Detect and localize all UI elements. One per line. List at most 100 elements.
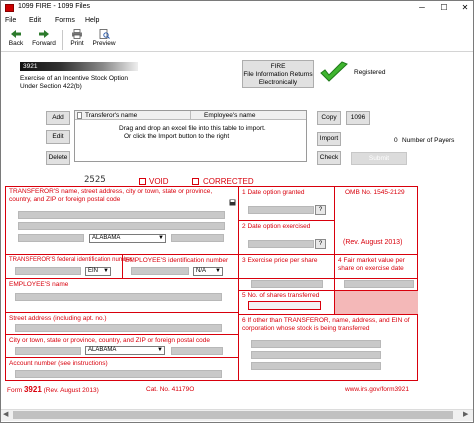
chevron-down-icon: ▼ xyxy=(103,268,109,274)
account-field[interactable] xyxy=(15,370,222,378)
copy-button[interactable]: Copy xyxy=(317,111,341,125)
street-label: Street address (including apt. no.) xyxy=(9,315,107,322)
app-icon xyxy=(5,4,14,12)
exercise-price-field[interactable] xyxy=(251,280,323,288)
transferor-state-select[interactable]: ALABAMA ▼ xyxy=(89,234,166,243)
submit-electronically-button[interactable]: Submit Electronically xyxy=(351,152,407,173)
date-granted-help-button[interactable]: ? xyxy=(315,205,326,215)
grid-hline-1 xyxy=(5,254,418,255)
table-hint-line2: Or click the Import button to the right xyxy=(124,133,230,140)
void-label: VOID xyxy=(149,177,169,186)
fire-line1: FIRE xyxy=(270,63,286,70)
save-icon[interactable] xyxy=(229,199,236,206)
fed-id-field[interactable] xyxy=(15,267,81,275)
scroll-left-icon[interactable]: ◀ xyxy=(3,410,8,418)
date-exercised-field[interactable] xyxy=(248,240,314,248)
footer-form: Form 3921 (Rev. August 2013) xyxy=(7,385,99,394)
form-title-line2: Under Section 422(b) xyxy=(20,83,82,90)
box1-label: 1 Date option granted xyxy=(242,189,305,197)
corporation-address-field[interactable] xyxy=(251,351,381,359)
add-button[interactable]: Add xyxy=(46,111,70,125)
footer-form-number: 3921 xyxy=(23,385,42,394)
1096-button[interactable]: 1096 xyxy=(346,111,370,125)
minimize-button[interactable]: ─ xyxy=(415,2,429,13)
scroll-right-icon[interactable]: ▶ xyxy=(463,410,468,418)
forward-label: Forward xyxy=(32,40,56,47)
back-button[interactable]: Back xyxy=(5,28,27,52)
menu-help[interactable]: Help xyxy=(85,17,99,24)
account-label: Account number (see instructions) xyxy=(9,360,108,367)
corporation-ein-field[interactable] xyxy=(251,362,381,370)
footer-cat-number: Cat. No. 41179O xyxy=(146,386,195,393)
menu-file[interactable]: File xyxy=(5,17,16,24)
box6-text: If other than TRANSFEROR, name, address,… xyxy=(242,317,410,332)
check-button[interactable]: Check xyxy=(317,151,341,165)
box4-label: 4 Fair market value per share on exercis… xyxy=(338,257,418,272)
date-granted-field[interactable] xyxy=(248,206,314,214)
void-checkbox[interactable] xyxy=(139,178,146,185)
delete-button[interactable]: Delete xyxy=(46,151,70,165)
city-state-select[interactable]: ALABAMA ▼ xyxy=(85,346,165,355)
preview-label: Preview xyxy=(92,40,116,47)
footer-url: www.irs.gov/form3921 xyxy=(345,386,409,393)
maximize-button[interactable]: ☐ xyxy=(437,2,451,13)
grid-hline-box5-bottom xyxy=(239,314,418,315)
grid-hline-3 xyxy=(5,312,238,313)
transferor-name-field[interactable] xyxy=(18,211,225,219)
col-divider xyxy=(190,111,191,120)
box5-label: 5 No. of shares transferred xyxy=(242,292,319,300)
table-hint-line1: Drag and drop an excel file into this ta… xyxy=(119,125,266,132)
fire-button[interactable]: FIRE File Information Returns Electronic… xyxy=(242,60,314,88)
preview-button[interactable]: Preview xyxy=(91,28,117,52)
fire-line2: File Information Returns xyxy=(243,71,313,78)
col-employee-name[interactable]: Employee's name xyxy=(204,112,255,120)
printer-icon xyxy=(72,29,82,39)
box6-num: 6 xyxy=(242,317,246,324)
city-state-value: ALABAMA xyxy=(88,347,117,353)
emp-id-type-select[interactable]: N/A ▼ xyxy=(193,267,223,276)
form-code: 2525 xyxy=(84,175,106,185)
date-exercised-help-button[interactable]: ? xyxy=(315,239,326,249)
form-number: 3921 xyxy=(23,63,38,70)
box3-text: Exercise price per share xyxy=(247,257,318,264)
transferor-zip-field[interactable] xyxy=(171,234,224,242)
street-field[interactable] xyxy=(15,324,222,332)
preview-icon xyxy=(99,29,110,39)
chevron-down-icon: ▼ xyxy=(157,347,163,353)
zip-field[interactable] xyxy=(171,347,223,355)
corrected-checkbox[interactable] xyxy=(192,178,199,185)
window-title: 1099 FIRE - 1099 Files xyxy=(18,3,90,10)
col-transferor-name[interactable]: Transferor's name xyxy=(85,112,137,120)
employee-name-field[interactable] xyxy=(15,293,222,301)
payer-count-label: Number of Payers xyxy=(402,137,455,144)
city-field[interactable] xyxy=(15,347,81,355)
import-button[interactable]: Import xyxy=(317,132,341,146)
close-button[interactable]: ✕ xyxy=(458,2,472,13)
fed-id-label: TRANSFEROR'S federal identification numb… xyxy=(9,257,133,263)
edit-button[interactable]: Edit xyxy=(46,130,70,144)
transferor-city-field[interactable] xyxy=(18,234,84,242)
box4-num: 4 xyxy=(338,257,342,264)
back-arrow-icon xyxy=(11,30,21,38)
scrollbar-thumb[interactable] xyxy=(13,411,453,419)
forward-button[interactable]: Forward xyxy=(31,28,57,52)
emp-id-field[interactable] xyxy=(131,267,189,275)
menu-edit[interactable]: Edit xyxy=(29,17,41,24)
box1-text: Date option granted xyxy=(247,189,305,196)
emp-id-label: EMPLOYEE'S identification number xyxy=(125,257,229,264)
transferor-address-field[interactable] xyxy=(18,222,225,230)
box2-text: Date option exercised xyxy=(247,223,311,230)
fire-line3: Electronically xyxy=(258,79,298,86)
shares-transferred-field[interactable] xyxy=(248,301,321,310)
box2-num: 2 xyxy=(242,223,246,230)
menu-forms[interactable]: Forms xyxy=(55,17,75,24)
transferor-state-value: ALABAMA xyxy=(92,235,121,241)
print-button[interactable]: Print xyxy=(67,28,87,52)
fair-market-value-field[interactable] xyxy=(344,280,414,288)
table-select-all[interactable] xyxy=(77,112,82,119)
print-label: Print xyxy=(70,40,84,47)
fed-id-type-select[interactable]: EIN ▼ xyxy=(85,267,111,276)
corporation-name-field[interactable] xyxy=(251,340,381,348)
omb-number: OMB No. 1545-2129 xyxy=(345,189,405,196)
footer-revision: (Rev. August 2013) xyxy=(43,387,99,394)
